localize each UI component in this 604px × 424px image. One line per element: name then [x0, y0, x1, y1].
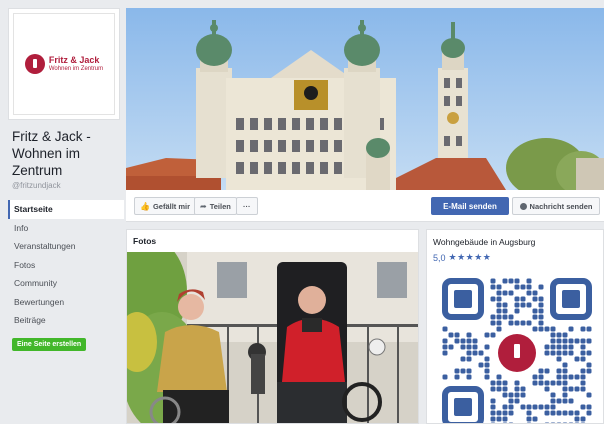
- rating-row[interactable]: 5,0 ★★★★★: [427, 249, 603, 266]
- photos-card: Fotos: [126, 229, 419, 424]
- share-button[interactable]: ➦ Teilen: [194, 197, 237, 215]
- rating-value: 5,0: [433, 252, 446, 263]
- nav-item-veranstaltungen[interactable]: Veranstaltungen: [8, 237, 124, 256]
- thumbs-up-icon: 👍: [140, 201, 150, 211]
- logo-title: Fritz & Jack: [48, 55, 100, 66]
- qr-code[interactable]: [442, 278, 592, 424]
- share-label: Teilen: [209, 201, 231, 211]
- page-category[interactable]: Wohngebäude in Augsburg: [427, 230, 603, 249]
- like-button[interactable]: 👍 Gefällt mir: [134, 197, 197, 215]
- star-rating-icon: ★★★★★: [448, 252, 492, 262]
- page-action-bar: 👍 Gefällt mir ➦ Teilen ··· E-Mail senden…: [126, 190, 604, 222]
- page-title: Fritz & Jack - Wohnen im Zentrum: [12, 129, 91, 178]
- send-message-label: Nachricht senden: [529, 201, 593, 211]
- photos-title[interactable]: Fotos: [127, 230, 418, 252]
- profile-picture[interactable]: Fritz & Jack Wohnen im Zentrum: [8, 8, 120, 120]
- nav-item-startseite[interactable]: Startseite: [8, 200, 124, 219]
- messenger-icon: [519, 202, 527, 210]
- nav-item-community[interactable]: Community: [8, 274, 124, 293]
- logo: Fritz & Jack Wohnen im Zentrum: [13, 13, 115, 115]
- town-hall-image: [126, 8, 604, 190]
- nav-item-fotos[interactable]: Fotos: [8, 256, 124, 275]
- create-page-button[interactable]: Eine Seite erstellen: [12, 337, 87, 351]
- logo-subtitle: Wohnen im Zentrum: [48, 65, 104, 72]
- nav-item-info[interactable]: Info: [8, 219, 124, 238]
- page-nav: Startseite Info Veranstaltungen Fotos Co…: [8, 200, 124, 330]
- left-column: Fritz & Jack Wohnen im Zentrum Fritz & J…: [8, 8, 124, 351]
- residents-photo: [127, 252, 418, 423]
- send-email-button[interactable]: E-Mail senden: [431, 197, 509, 215]
- page-handle[interactable]: @fritzundjack: [8, 181, 124, 190]
- like-label: Gefällt mir: [152, 201, 191, 211]
- photo-thumbnail[interactable]: [127, 252, 418, 423]
- nav-item-beitraege[interactable]: Beiträge: [8, 311, 124, 330]
- cover-photo[interactable]: [126, 8, 604, 190]
- more-button[interactable]: ···: [236, 197, 258, 215]
- info-card: Wohngebäude in Augsburg 5,0 ★★★★★: [426, 229, 604, 424]
- logo-mark-icon: [24, 54, 45, 74]
- nav-item-bewertungen[interactable]: Bewertungen: [8, 293, 124, 312]
- send-message-button[interactable]: Nachricht senden: [512, 197, 600, 215]
- share-arrow-icon: ➦: [200, 201, 207, 211]
